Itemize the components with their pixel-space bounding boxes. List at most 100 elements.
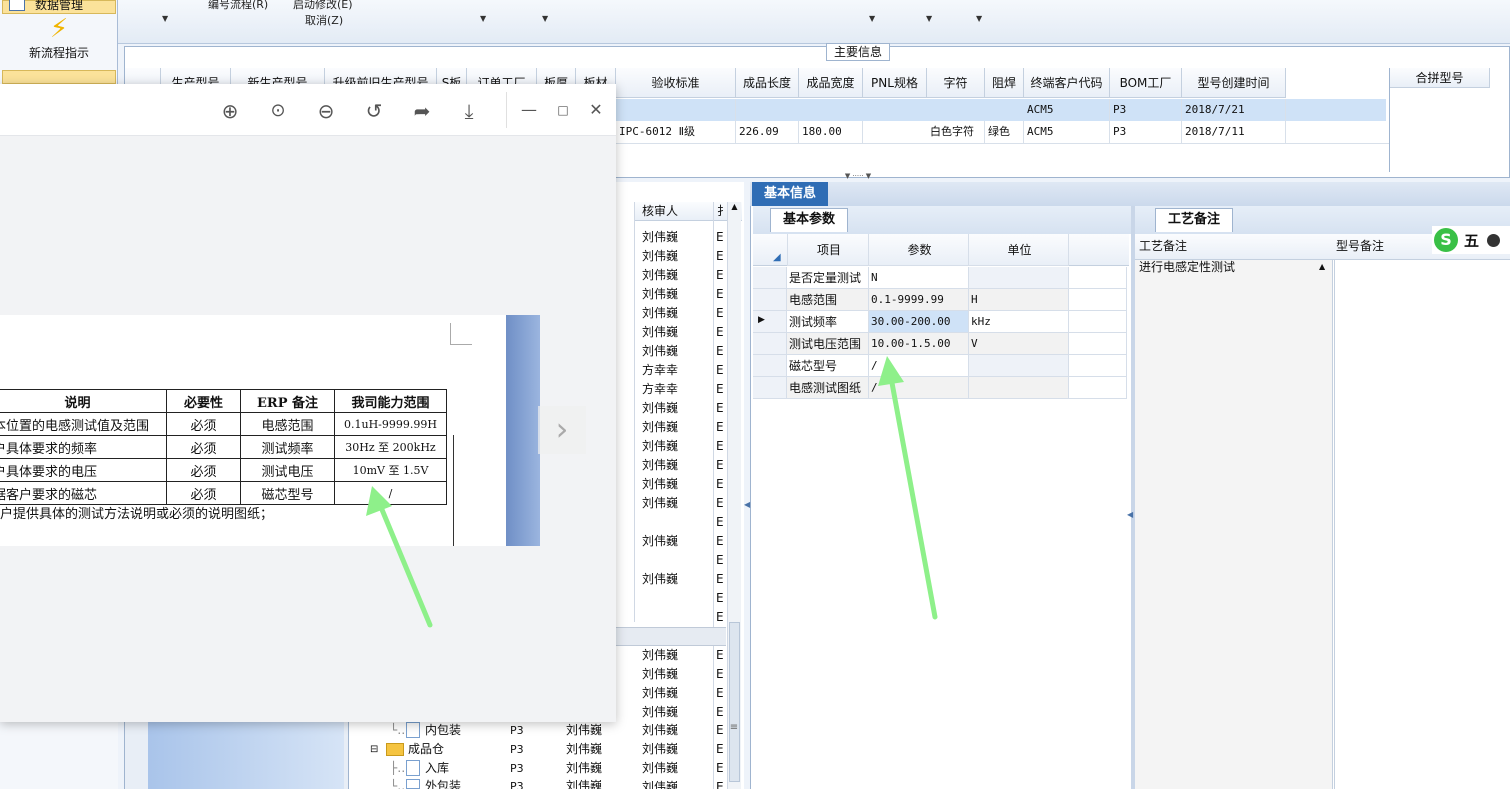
param-value-cell[interactable]: / [869, 355, 969, 377]
tree-item-creator: 刘伟巍 [566, 761, 603, 775]
param-item-cell[interactable]: 是否定量测试 [787, 267, 869, 289]
param-value-cell[interactable]: N [869, 267, 969, 289]
col-header[interactable]: 成品长度 [736, 68, 799, 98]
dropdown-arrow-icon[interactable]: ▼ [926, 14, 932, 23]
param-item-cell[interactable]: 电感范围 [787, 289, 869, 311]
param-unit-cell[interactable] [969, 267, 1069, 289]
more-cell: E [716, 268, 724, 282]
zoom-out-icon[interactable]: ⊖ [313, 98, 339, 124]
col-header-reviewer[interactable]: 核审人 [642, 202, 678, 221]
minimize-icon[interactable]: — [519, 100, 539, 120]
process-notes-area[interactable] [1135, 260, 1333, 789]
param-extra-cell[interactable] [1069, 355, 1127, 377]
splitter-handle[interactable]: ◀ [744, 500, 750, 560]
edit-flow-button[interactable]: 编号流程(R) [208, 0, 268, 12]
dropdown-arrow-icon[interactable]: ▼ [869, 14, 875, 23]
merge-model-header[interactable]: 合拼型号 [1390, 68, 1490, 88]
download-icon[interactable]: ⤓ [456, 98, 482, 124]
splitter-handle[interactable]: ◀ [1127, 510, 1133, 570]
param-item-cell[interactable]: 电感测试图纸 [787, 377, 869, 399]
col-header-model-notes[interactable]: 型号备注 [1336, 237, 1384, 256]
col-header[interactable]: 终端客户代码 [1024, 68, 1110, 98]
close-icon[interactable]: ✕ [586, 100, 606, 120]
scroll-up-icon[interactable]: ▲ [728, 202, 741, 211]
tree-item-label[interactable]: 入库 [425, 759, 449, 778]
cancel-button[interactable]: 取消(Z) [305, 12, 343, 28]
dropdown-arrow-icon[interactable]: ▼ [480, 14, 486, 23]
param-item-cell[interactable]: 磁芯型号 [787, 355, 869, 377]
table-header: 说明 [0, 389, 167, 413]
scroll-thumb[interactable] [729, 622, 740, 782]
col-header-process[interactable]: 工艺备注 [1139, 237, 1187, 256]
nav-bottom [0, 720, 118, 789]
tree-item-label[interactable]: 内包装 [425, 721, 461, 740]
ime-dot-icon [1487, 234, 1500, 247]
param-extra-cell[interactable] [1069, 267, 1127, 289]
nav-data-management[interactable]: 数据管理 [2, 0, 116, 14]
col-header-item[interactable]: 项目 [787, 234, 869, 266]
row-header[interactable] [753, 333, 787, 355]
toolbar: 编号流程(R) 启动修改(E) 取消(Z) ▼ ▼ ▼ ▼ ▼ ▼ [118, 0, 1510, 44]
tree-item-label[interactable]: 外包装 [425, 777, 461, 789]
row-header[interactable] [753, 355, 787, 377]
col-header[interactable]: 验收标准 [616, 68, 736, 98]
tree-item-label[interactable]: 成品仓 [408, 740, 444, 759]
list-scrollbar[interactable]: ▲ ≡ [727, 202, 741, 789]
row-header[interactable] [753, 289, 787, 311]
param-value-cell[interactable]: 10.00-1.5.00 [869, 333, 969, 355]
col-header[interactable]: PNL规格 [863, 68, 927, 98]
param-value-cell[interactable]: 30.00-200.00 [869, 311, 969, 333]
more-cell: E [716, 648, 724, 662]
tab-basic-info[interactable]: 基本信息 [752, 182, 829, 206]
param-unit-cell[interactable] [969, 377, 1069, 399]
nav-new-flow[interactable]: ⚡ 新流程指示 [2, 14, 116, 70]
zoom-in-icon[interactable]: ⊕ [217, 98, 243, 124]
row-header[interactable] [753, 267, 787, 289]
param-unit-cell[interactable]: V [969, 333, 1069, 355]
more-cell: E [716, 591, 724, 605]
scroll-up-icon[interactable]: ▲ [1319, 262, 1325, 271]
param-value-cell[interactable]: 0.1-9999.99 [869, 289, 969, 311]
param-extra-cell[interactable] [1069, 289, 1127, 311]
param-item-cell[interactable]: 测试频率 [787, 311, 869, 333]
param-extra-cell[interactable] [1069, 311, 1127, 333]
param-extra-cell[interactable] [1069, 377, 1127, 399]
document-icon [406, 722, 420, 738]
col-header[interactable]: 成品宽度 [799, 68, 863, 98]
col-header-unit[interactable]: 单位 [969, 234, 1069, 266]
param-extra-cell[interactable] [1069, 333, 1127, 355]
param-value-cell[interactable]: / [869, 377, 969, 399]
nav-item-highlighted[interactable] [2, 70, 116, 84]
splitter-grip[interactable]: ▼ ····· ▼ [826, 173, 890, 180]
dropdown-arrow-icon[interactable]: ▼ [162, 14, 168, 23]
reviewer-cell: 刘伟巍 [642, 325, 679, 339]
table-cell: 户具体要求的电压 [0, 458, 167, 482]
param-unit-cell[interactable]: H [969, 289, 1069, 311]
param-unit-cell[interactable] [969, 355, 1069, 377]
reviewer-cell: 刘伟巍 [642, 420, 679, 434]
param-item-cell[interactable]: 测试电压范围 [787, 333, 869, 355]
start-revision-button[interactable]: 启动修改(E) [293, 0, 353, 12]
col-header[interactable]: 阻焊 [985, 68, 1024, 98]
col-header[interactable]: 字符 [927, 68, 985, 98]
tab-process-notes[interactable]: 工艺备注 [1155, 208, 1234, 232]
actual-size-icon[interactable]: ⊙ [265, 98, 291, 124]
document-image: 说明 必要性 ERP 备注 我司能力范围 本位置的电感测试值及范围 必须 电感范… [0, 315, 540, 546]
ime-toolbar[interactable]: S 五 [1432, 226, 1510, 254]
maximize-icon[interactable]: □ [553, 100, 573, 120]
param-unit-cell[interactable]: kHz [969, 311, 1069, 333]
col-header[interactable]: BOM工厂 [1110, 68, 1182, 98]
cell-standard: IPC-6012 Ⅱ级 [616, 121, 736, 143]
tab-basic-params[interactable]: 基本参数 [770, 208, 849, 232]
share-icon[interactable]: ➦ [409, 98, 435, 124]
dropdown-arrow-icon[interactable]: ▼ [542, 14, 548, 23]
dropdown-arrow-icon[interactable]: ▼ [976, 14, 982, 23]
next-page-chevron-icon[interactable]: › [538, 406, 586, 454]
rotate-icon[interactable]: ↺ [361, 98, 387, 124]
collapse-icon[interactable]: ⊟ [370, 740, 378, 759]
cell-char: 白色字符 [927, 121, 985, 143]
col-header[interactable]: 型号创建时间 [1182, 68, 1286, 98]
more-cell: E [716, 761, 724, 775]
col-header-value[interactable]: 参数 [869, 234, 969, 266]
row-header[interactable] [753, 377, 787, 399]
